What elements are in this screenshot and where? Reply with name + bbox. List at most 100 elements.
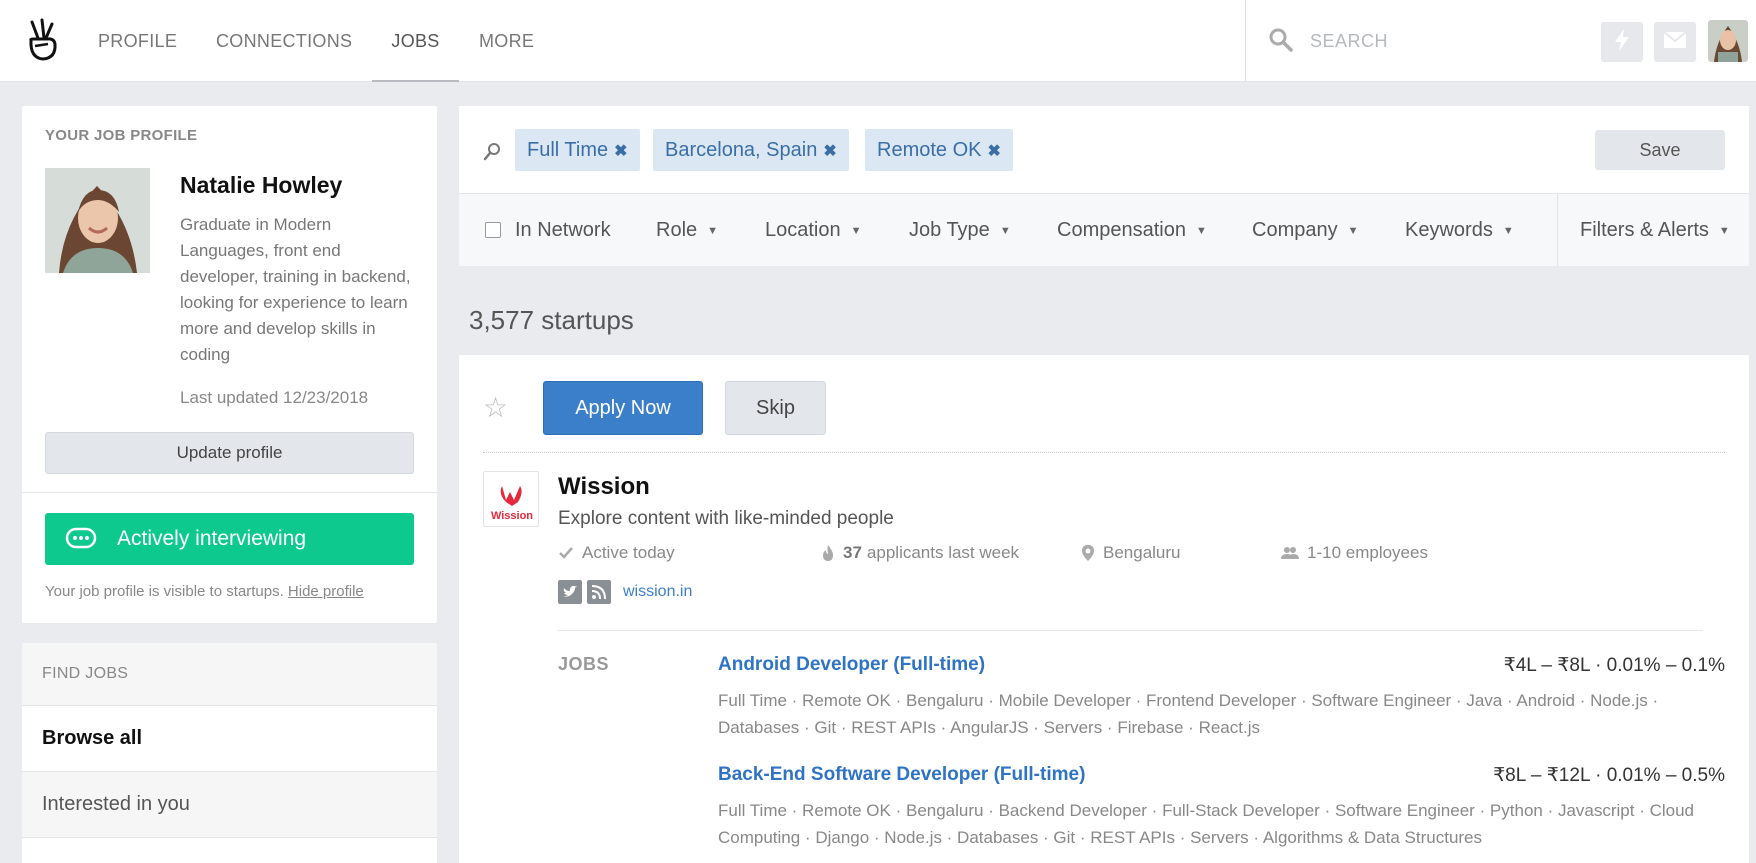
location-pin-icon (1082, 545, 1094, 561)
find-jobs-title: FIND JOBS (22, 643, 437, 706)
job-title-link[interactable]: Android Developer (Full-time) (718, 654, 985, 676)
last-updated: Last updated 12/23/2018 (180, 388, 369, 407)
filter-tags-row: Full Time ✖ Barcelona, Spain ✖ Remote OK ✖ … (459, 106, 1749, 194)
filter-tag-label: Barcelona, Spain (665, 139, 818, 161)
update-profile-button[interactable]: Update profile (45, 432, 414, 474)
company-tagline: Explore content with like-minded people (558, 508, 894, 529)
check-icon (559, 547, 573, 559)
company-dropdown[interactable]: Company ▼ (1252, 194, 1359, 266)
caret-down-icon: ▼ (850, 225, 862, 237)
dropdown-label: Company (1252, 219, 1338, 241)
jobs-section-label: JOBS (558, 654, 610, 674)
dropdown-label: Keywords (1405, 219, 1493, 241)
company-logo[interactable]: Wission (483, 471, 539, 527)
chat-bubble-icon (65, 526, 97, 552)
remove-tag-icon[interactable]: ✖ (614, 143, 627, 160)
save-search-button[interactable]: Save (1595, 130, 1725, 170)
active-status: Active today (558, 543, 675, 563)
actively-interviewing-label: Actively interviewing (117, 527, 307, 550)
people-icon (1281, 547, 1299, 559)
company-logo-text: Wission (491, 510, 533, 522)
divider (483, 452, 1725, 453)
startup-card: ☆ Apply Now Skip Wission Wission Explore… (459, 355, 1749, 863)
remove-tag-icon[interactable]: ✖ (987, 143, 1000, 160)
dropdown-label: Filters & Alerts (1580, 219, 1709, 241)
in-network-label[interactable]: In Network (515, 194, 611, 266)
active-status-text: Active today (582, 543, 675, 562)
victory-hand-logo-icon[interactable] (26, 18, 60, 62)
dropdown-label: Job Type (909, 219, 990, 241)
in-network-checkbox[interactable] (485, 222, 501, 238)
company-website-link[interactable]: wission.in (623, 583, 692, 601)
filter-tag-remote: Remote OK ✖ (865, 129, 1013, 171)
rss-icon[interactable] (587, 580, 611, 604)
profile-name: Natalie Howley (180, 172, 343, 198)
employees-stat: 1-10 employees (1281, 543, 1428, 563)
location-text: Bengaluru (1103, 543, 1181, 562)
visibility-note: Your job profile is visible to startups.… (45, 583, 364, 600)
find-jobs-browse-all[interactable]: Browse all (22, 706, 437, 772)
notifications-button[interactable] (1601, 22, 1643, 62)
job-compensation: ₹8L – ₹12L · 0.01% – 0.5% (1493, 765, 1725, 786)
keywords-dropdown[interactable]: Keywords ▼ (1405, 194, 1514, 266)
user-avatar[interactable] (1708, 20, 1748, 62)
find-jobs-interested-in-you[interactable]: Interested in you (22, 772, 437, 838)
dropdown-label: Role (656, 219, 698, 241)
applicants-stat: 37 applicants last week (821, 543, 1019, 563)
search-input[interactable] (1310, 26, 1530, 56)
filter-dropdown-row: In Network Role ▼ Location ▼ Job Type ▼ Com… (459, 194, 1749, 266)
star-icon[interactable]: ☆ (483, 391, 508, 424)
divider (1557, 194, 1558, 266)
nav-profile-link[interactable]: PROFILE (98, 0, 177, 82)
job-profile-title: YOUR JOB PROFILE (45, 127, 198, 144)
search-icon (483, 141, 503, 161)
apply-now-button[interactable]: Apply Now (543, 381, 703, 435)
flame-icon (823, 545, 833, 561)
profile-bio: Graduate in Modern Languages, front end … (180, 215, 411, 364)
filter-tag-location: Barcelona, Spain ✖ (653, 129, 849, 171)
filter-tag-label: Remote OK (877, 139, 982, 161)
applicants-label: applicants last week (866, 543, 1020, 562)
caret-down-icon: ▼ (1718, 225, 1730, 237)
divider (558, 630, 1703, 631)
mail-icon (1663, 30, 1687, 54)
filters-alerts-dropdown[interactable]: Filters & Alerts ▼ (1580, 194, 1730, 266)
remove-tag-icon[interactable]: ✖ (823, 143, 836, 160)
hide-profile-link[interactable]: Hide profile (288, 583, 364, 600)
filter-tag-label: Full Time (527, 139, 609, 161)
job-filters-card: Full Time ✖ Barcelona, Spain ✖ Remote OK ✖ … (459, 106, 1749, 266)
job-type-dropdown[interactable]: Job Type ▼ (909, 194, 1011, 266)
results-count: 3,577 startups (469, 305, 634, 335)
nav-more-link[interactable]: MORE (479, 0, 534, 82)
caret-down-icon: ▼ (999, 225, 1011, 237)
caret-down-icon: ▼ (707, 225, 719, 237)
company-name[interactable]: Wission (558, 473, 650, 501)
job-title-link[interactable]: Back-End Software Developer (Full-time) (718, 764, 1085, 786)
job-profile-card: YOUR JOB PROFILE Natalie Howley Graduate… (22, 106, 437, 623)
twitter-icon[interactable] (558, 580, 582, 604)
dropdown-label: Compensation (1057, 219, 1186, 241)
location-stat: Bengaluru (1081, 543, 1181, 563)
caret-down-icon: ▼ (1502, 225, 1514, 237)
role-dropdown[interactable]: Role ▼ (656, 194, 718, 266)
visibility-text: Your job profile is visible to startups. (45, 583, 284, 600)
nav-connections-link[interactable]: CONNECTIONS (216, 0, 352, 82)
actively-interviewing-button[interactable]: Actively interviewing (45, 513, 414, 565)
filter-tag-full-time: Full Time ✖ (515, 129, 640, 171)
caret-down-icon: ▼ (1347, 225, 1359, 237)
skip-button[interactable]: Skip (725, 381, 826, 435)
messages-button[interactable] (1654, 22, 1696, 62)
applicants-count: 37 (843, 543, 862, 562)
job-tags: Full Time · Remote OK · Bengaluru · Back… (718, 801, 1695, 847)
nav-jobs-link[interactable]: JOBS (372, 0, 459, 82)
find-jobs-card: FIND JOBS Browse all Interested in you (22, 643, 437, 863)
profile-photo (45, 168, 150, 273)
compensation-dropdown[interactable]: Compensation ▼ (1057, 194, 1207, 266)
caret-down-icon: ▼ (1195, 225, 1207, 237)
search-icon (1268, 27, 1294, 53)
employees-text: 1-10 employees (1307, 543, 1428, 562)
dropdown-label: Location (765, 219, 841, 241)
lightning-icon (1613, 28, 1631, 57)
job-tags: Full Time · Remote OK · Bengaluru · Mobi… (718, 691, 1659, 737)
location-dropdown[interactable]: Location ▼ (765, 194, 862, 266)
